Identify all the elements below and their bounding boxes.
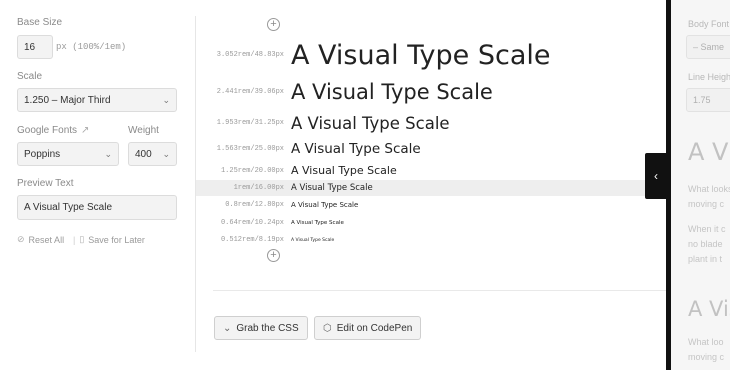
scale-row: 3.052rem/48.83px A Visual Type Scale [196,39,666,71]
base-size-input[interactable]: 16 [17,35,53,59]
chevron-left-icon: ‹ [654,169,658,183]
body-font-select[interactable]: – Same [686,35,730,59]
scale-row-sample: A Visual Type Scale [291,201,359,209]
sample-paragraph-line: moving c [688,352,725,362]
scale-row: 2.441rem/39.06px A Visual Type Scale [196,80,666,104]
grab-css-button[interactable]: ⌄ Grab the CSS [214,316,308,340]
weight-label: Weight [128,125,159,136]
controls-panel: Base Size 16 px (100%/1em) Scale 1.250 –… [0,0,196,370]
scale-row-size: 0.64rem/10.24px [220,218,284,227]
scale-row-base: 1rem/16.00px A Visual Type Scale [196,180,666,196]
line-height-value: 1.75 [693,95,711,105]
scale-row: 0.64rem/10.24px A Visual Type Scale [196,217,666,228]
sample-paragraph-line: What loo [688,337,724,347]
sample-heading: A Visual [688,138,730,166]
sample-paragraph-line: plant in t [688,254,723,264]
scale-row-size: 1.953rem/31.25px [216,119,284,127]
chevron-down-icon: ⌄ [223,322,232,334]
divider-bar: | [73,234,76,245]
save-for-later-button[interactable]: | ▯ Save for Later [73,234,145,245]
font-select[interactable]: Poppins ⌄ [17,142,119,166]
preview-text-value: A Visual Type Scale [24,202,113,213]
chevron-down-icon: ⌄ [162,149,170,159]
google-fonts-label: Google Fonts ↗ [17,125,89,136]
google-fonts-text: Google Fonts [17,125,78,136]
scale-row-sample: A Visual Type Scale [291,80,493,104]
weight-select[interactable]: 400 ⌄ [128,142,177,166]
sample-paragraph-line: What looks [688,184,730,194]
preview-text-label: Preview Text [17,178,74,189]
section-divider [213,290,666,291]
scale-row-size: 3.052rem/48.83px [216,51,284,59]
chevron-down-icon: ⌄ [104,149,112,159]
external-link-icon[interactable]: ↗ [81,125,89,136]
body-preview-panel: Body Font – Same Line Height 1.75 A Visu… [671,0,730,370]
line-height-label: Line Height [688,72,730,82]
scale-row-size: 1.563rem/25.00px [216,145,284,153]
body-font-label: Body Font [688,19,730,29]
sample-paragraph-line: moving c [688,199,725,209]
sample-paragraph-line: When it c [688,224,726,234]
scale-row-size: 1.25rem/20.00px [220,166,284,175]
preview-text-input[interactable]: A Visual Type Scale [17,195,177,220]
scale-row-size: 2.441rem/39.06px [216,88,284,96]
font-select-value: Poppins [24,148,61,160]
edit-codepen-label: Edit on CodePen [336,322,413,334]
scale-row-size: 1rem/16.00px [233,184,284,192]
grab-css-label: Grab the CSS [236,322,299,334]
scale-row: 1.25rem/20.00px A Visual Type Scale [196,163,666,178]
scale-row: 1.563rem/25.00px A Visual Type Scale [196,140,666,158]
body-font-value: – Same [693,42,725,52]
sample-heading: A Visual [688,297,730,321]
plus-circle-icon[interactable]: + [267,249,280,262]
scale-row: 0.512rem/8.19px A Visual Type Scale [196,235,666,245]
base-size-value: 16 [24,41,36,53]
scale-row-sample: A Visual Type Scale [291,183,373,193]
scale-row-sample: A Visual Type Scale [291,141,421,157]
scale-select-value: 1.250 – Major Third [24,94,111,106]
collapse-panel-button[interactable]: ‹ [645,153,667,199]
base-size-unit: px (100%/1em) [56,42,127,52]
scale-row-sample: A Visual Type Scale [291,164,397,177]
sample-paragraph-line: no blade [688,239,723,249]
edit-codepen-button[interactable]: ⬡ Edit on CodePen [314,316,422,340]
scale-row: 1.953rem/31.25px A Visual Type Scale [196,113,666,133]
codepen-icon: ⬡ [323,322,332,334]
scale-row-size: 0.512rem/8.19px [220,236,284,244]
line-height-input[interactable]: 1.75 [686,88,730,112]
scale-label: Scale [17,71,43,82]
bookmark-icon: ▯ [79,234,85,244]
scale-row-sample: A Visual Type Scale [291,219,344,226]
chevron-down-icon: ⌄ [162,95,170,105]
scale-row-sample: A Visual Type Scale [291,237,335,243]
scale-row-size: 0.8rem/12.80px [225,201,284,209]
scale-row: 0.8rem/12.80px A Visual Type Scale [196,199,666,211]
reset-all-label: Reset All [28,234,65,245]
scale-select[interactable]: 1.250 – Major Third ⌄ [17,88,177,112]
scale-row-sample: A Visual Type Scale [291,39,551,71]
plus-circle-icon[interactable]: + [267,18,280,31]
base-size-label: Base Size [17,17,63,28]
save-for-later-label: Save for Later [88,234,145,245]
scale-row-sample: A Visual Type Scale [291,113,450,133]
reset-all-button[interactable]: ⊘ Reset All [17,234,64,245]
weight-select-value: 400 [135,148,152,160]
reset-icon: ⊘ [17,234,25,244]
